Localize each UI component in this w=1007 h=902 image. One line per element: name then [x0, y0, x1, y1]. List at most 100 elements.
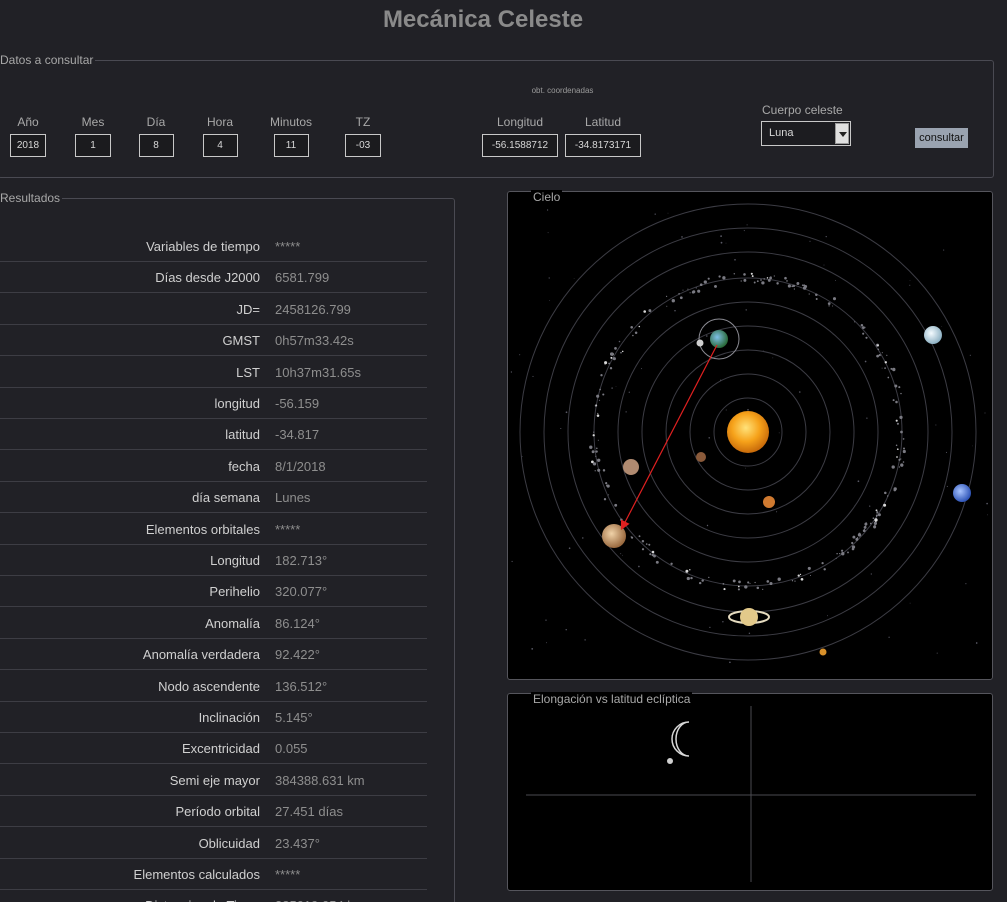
asteroid [873, 521, 878, 526]
asteroid [827, 302, 831, 305]
result-key: fecha [228, 458, 260, 474]
asteroid [737, 585, 740, 588]
hour-input[interactable]: 4 [202, 134, 238, 157]
result-value: -56.159 [275, 396, 320, 411]
star [622, 554, 623, 556]
star [943, 249, 945, 251]
star [546, 209, 549, 211]
asteroid [808, 293, 810, 295]
asteroid [648, 543, 651, 546]
asteroid [787, 284, 791, 288]
asteroid [855, 537, 859, 541]
asteroid [620, 351, 622, 354]
result-value: 320.077° [275, 584, 328, 600]
star [909, 280, 911, 281]
asteroid [863, 525, 867, 529]
asteroid [847, 551, 849, 554]
asteroid [643, 310, 647, 313]
saturn-icon [740, 608, 758, 626]
asteroid [738, 580, 741, 584]
asteroid [892, 367, 896, 372]
asteroid [902, 449, 906, 454]
asteroid [689, 569, 691, 571]
star [909, 284, 911, 286]
star [584, 639, 586, 641]
result-value: 384388.631 km [275, 772, 365, 788]
asteroid [884, 367, 886, 369]
asteroid [884, 361, 887, 364]
asteroid [815, 293, 818, 297]
day-input[interactable]: 8 [138, 134, 174, 157]
asteroid [743, 273, 746, 276]
asteroid [851, 547, 855, 551]
asteroid [703, 280, 707, 284]
result-row: Elementos calculados ***** [0, 859, 427, 890]
star [857, 480, 860, 483]
chevron-down-icon[interactable] [835, 123, 849, 144]
result-value: 92.422° [275, 647, 320, 663]
asteroid [763, 278, 765, 280]
star [946, 485, 948, 487]
earth-icon [710, 330, 728, 348]
asteroid [815, 298, 818, 300]
result-key: JD= [236, 301, 260, 317]
month-input[interactable]: 1 [75, 134, 111, 157]
asteroid [597, 412, 599, 414]
asteroid [841, 552, 845, 556]
asteroid [630, 326, 633, 329]
star [706, 524, 709, 527]
latitude-input[interactable]: -34.8173171 [565, 134, 641, 157]
solar-system-view [510, 203, 988, 664]
minutes-input[interactable]: 11 [273, 134, 309, 157]
result-value: 27.451 días [275, 804, 343, 820]
day-field-group: Día 8 [136, 114, 176, 157]
asteroid [900, 392, 902, 395]
year-input[interactable]: 2018 [10, 134, 46, 157]
result-row: Días desde J2000 6581.799 [0, 262, 427, 294]
star [674, 310, 676, 312]
longitude-input[interactable]: -56.1588712 [482, 134, 558, 157]
tz-field-group: TZ -03 [344, 114, 382, 157]
asteroid [873, 525, 877, 529]
asteroid [797, 574, 800, 577]
tz-input[interactable]: -03 [345, 134, 381, 157]
asteroid [608, 362, 611, 365]
consultar-button[interactable]: consultar [915, 128, 968, 148]
get-coordinates-link[interactable]: obt. coordenadas [495, 86, 630, 95]
star [720, 235, 722, 237]
asteroid [638, 325, 641, 328]
result-value: ***** [275, 521, 301, 537]
asteroid [631, 536, 634, 539]
asteroid [638, 535, 641, 538]
star [725, 409, 727, 411]
star [881, 367, 883, 369]
hour-label: Hora [206, 115, 233, 129]
star [743, 230, 745, 232]
asteroid [884, 491, 887, 495]
asteroid [589, 445, 593, 449]
asteroid [603, 498, 607, 501]
asteroid [685, 569, 689, 573]
result-row: Anomalía verdadera 92.422° [0, 639, 427, 671]
celestial-body-selected-value: Luna [769, 127, 794, 139]
result-value: 5.145° [275, 710, 313, 725]
star [941, 326, 943, 327]
year-field-group: Año 2018 [8, 114, 48, 157]
asteroid [655, 560, 659, 564]
star [869, 505, 871, 507]
asteroid [892, 399, 895, 402]
result-key: Período orbital [175, 804, 260, 820]
asteroid [723, 588, 726, 591]
asteroid [796, 282, 800, 285]
result-row: Elementos orbitales ***** [0, 514, 427, 545]
celestial-body-select[interactable]: Luna [761, 121, 851, 146]
asteroid [649, 553, 652, 556]
asteroid [645, 543, 648, 545]
star [866, 417, 868, 419]
star [745, 467, 746, 469]
star [748, 632, 751, 635]
asteroid [610, 368, 612, 370]
asteroid [891, 465, 895, 469]
star [722, 621, 724, 623]
asteroid [620, 518, 623, 521]
